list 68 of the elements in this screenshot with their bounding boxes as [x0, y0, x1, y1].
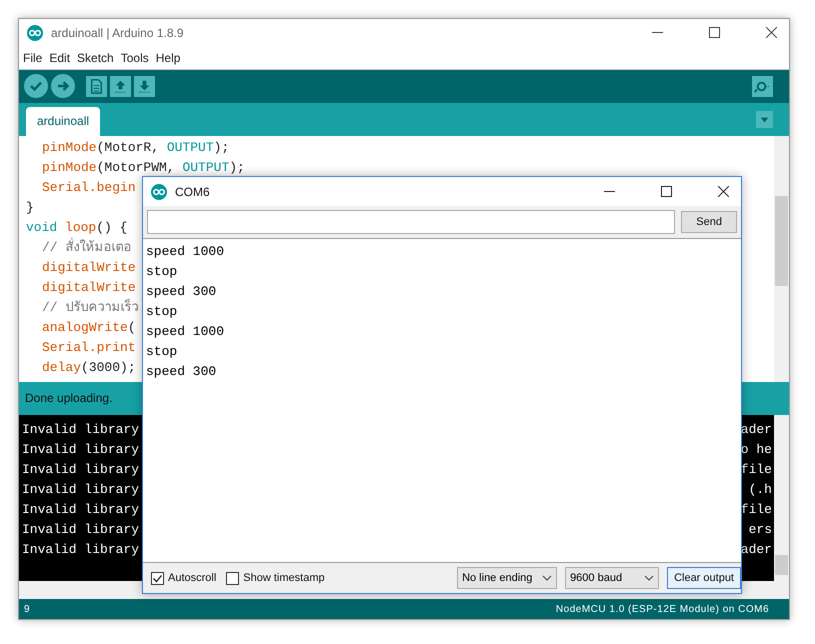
infinity-logo-icon — [151, 184, 167, 200]
code-line: // ปรับความเร็ว — [41, 298, 138, 317]
magnifier-icon[interactable] — [752, 76, 773, 97]
code-line: pinMode(MotorR, OUTPUT); — [41, 138, 230, 157]
console-line: file — [740, 500, 772, 519]
sketch-tab[interactable]: arduinoall — [26, 106, 100, 136]
output-line: stop — [146, 303, 178, 321]
maximize-icon[interactable] — [661, 186, 672, 197]
code-line: digitalWrite — [41, 278, 136, 297]
close-icon[interactable] — [718, 186, 729, 197]
console-line: Invalid library — [22, 480, 140, 499]
code-line: Serial.begin — [41, 178, 136, 197]
input-field[interactable] — [147, 210, 676, 234]
menu-item[interactable]: Edit — [49, 50, 70, 65]
line-number: 9 — [24, 604, 30, 615]
window-title: arduinoall | Arduino 1.8.9 — [51, 26, 184, 40]
code-line: delay(3000); — [41, 358, 136, 377]
console-line: ader — [740, 420, 772, 439]
code-line: Serial.print — [41, 338, 136, 357]
console-line: Invalid library — [22, 460, 140, 479]
window-title: COM6 — [175, 184, 210, 198]
checkbox-label: Show timestamp — [243, 572, 325, 584]
close-icon[interactable] — [766, 27, 777, 38]
console-line: Invalid library — [22, 420, 140, 439]
console-line: Invalid library — [22, 540, 140, 559]
menu-item[interactable]: Help — [156, 50, 180, 65]
code-line: // สั่งให้มอเตอ — [41, 238, 132, 257]
send-button[interactable]: Send — [681, 211, 737, 233]
dropdown-value: No line ending — [462, 572, 532, 584]
output-line: speed 1000 — [146, 243, 224, 261]
console-line: file — [740, 460, 772, 479]
output-line: stop — [146, 343, 178, 361]
output-line: stop — [146, 263, 178, 281]
scrollbar[interactable] — [774, 136, 789, 382]
verify-icon[interactable] — [24, 74, 48, 98]
menu-item[interactable]: Sketch — [77, 50, 114, 65]
console-line: ers — [748, 520, 772, 539]
baud-rate-dropdown[interactable]: 9600 baud — [565, 567, 660, 589]
output-line: speed 300 — [146, 283, 216, 301]
output-line: speed 300 — [146, 363, 216, 381]
console-line: (.h — [748, 480, 772, 499]
scrollbar[interactable] — [774, 414, 789, 582]
console-line: Invalid library — [22, 440, 140, 459]
code-line: digitalWrite — [41, 258, 136, 277]
output-line: speed 1000 — [146, 323, 224, 341]
code-line: void loop() { — [26, 218, 128, 237]
maximize-icon[interactable] — [709, 27, 720, 38]
status-message: Done uploading. — [25, 391, 112, 406]
console-line: Invalid library — [22, 520, 140, 539]
console-line: Invalid library — [22, 500, 140, 519]
menu-item[interactable]: File — [23, 50, 42, 65]
checkbox[interactable] — [151, 572, 164, 584]
infinity-logo-icon — [27, 24, 43, 41]
code-line: } — [26, 198, 34, 217]
dropdown-value: 9600 baud — [570, 572, 622, 584]
menu-item[interactable]: Tools — [120, 50, 149, 65]
caret-icon — [644, 575, 654, 581]
line-ending-dropdown[interactable]: No line ending — [457, 567, 558, 589]
caret-icon — [542, 575, 552, 581]
checkbox-label: Autoscroll — [168, 572, 216, 584]
new-file-icon[interactable] — [86, 76, 107, 97]
clear-output-button[interactable]: Clear output — [667, 567, 741, 589]
code-line: analogWrite( — [41, 318, 136, 337]
dropdown-icon[interactable] — [756, 110, 773, 128]
checkbox[interactable] — [226, 572, 240, 584]
board-info: NodeMCU 1.0 (ESP-12E Module) on COM6 — [556, 604, 769, 615]
code-line: pinMode(MotorPWM, OUTPUT); — [41, 158, 245, 177]
console-line: ader — [740, 540, 772, 559]
